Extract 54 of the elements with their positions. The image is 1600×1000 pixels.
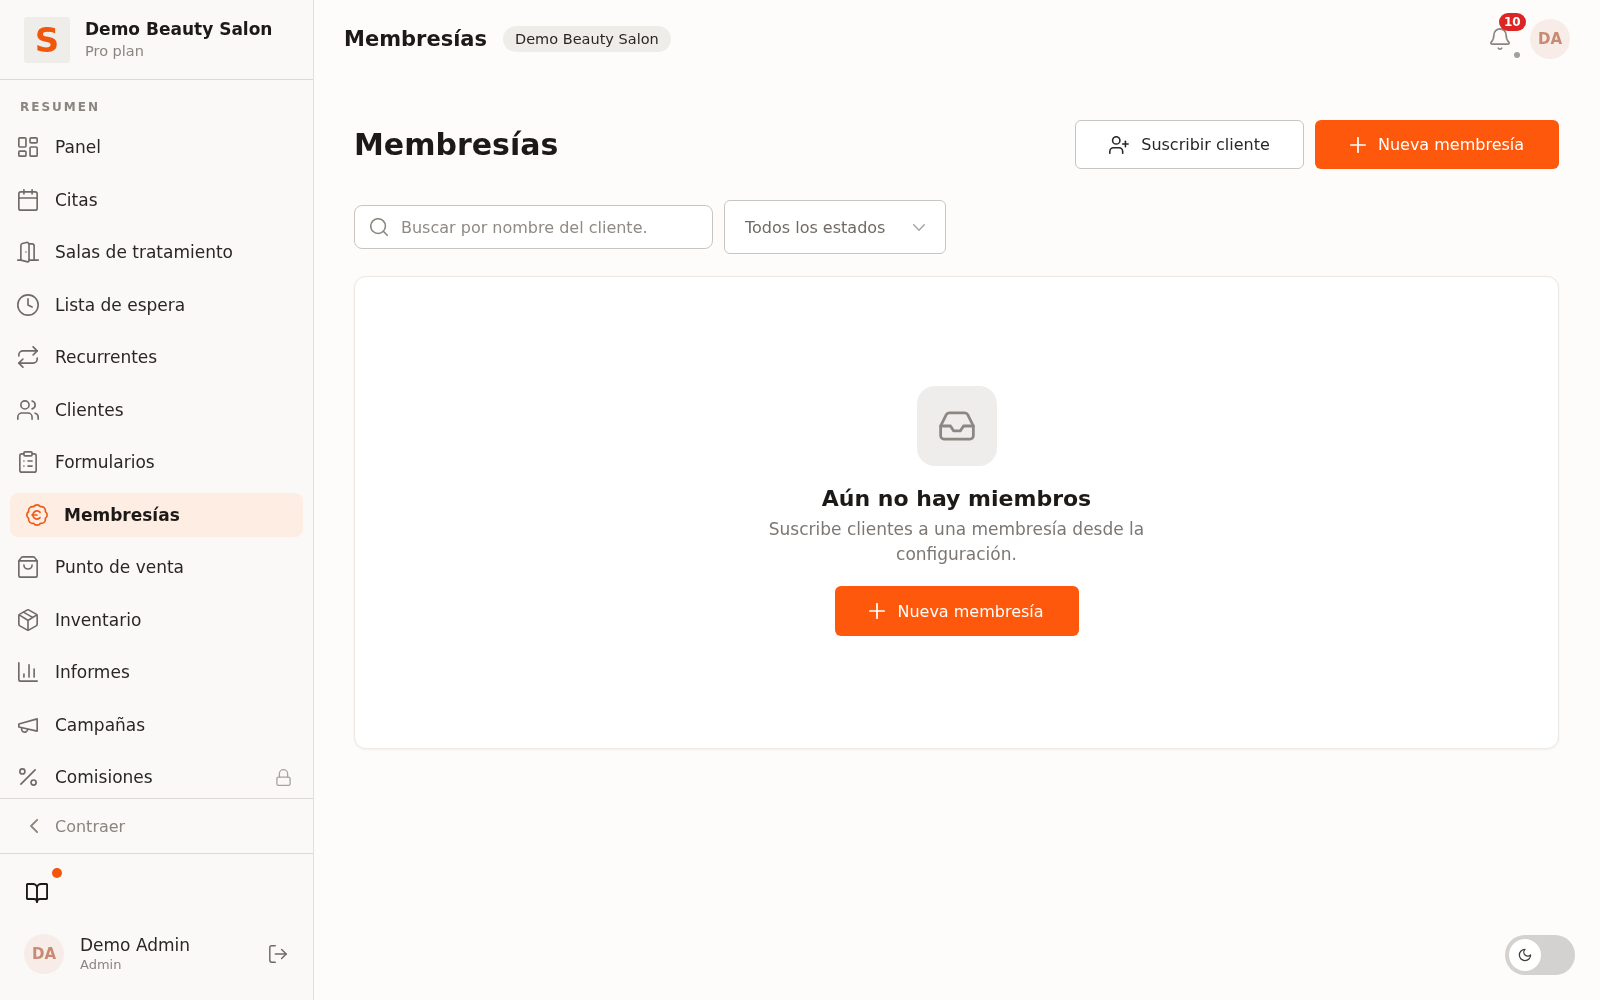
sidebar-item[interactable]: Salas de tratamiento [10,230,303,274]
euro-badge-icon [26,503,48,526]
sidebar-item[interactable]: Informes [10,650,303,694]
users-icon [17,398,39,421]
sidebar-item[interactable]: Inventario [10,597,303,642]
section-label: RESUMEN [19,100,101,114]
empty-state-description: Suscribe clientes a una membresía desde la configuración. [767,518,1146,566]
user-plus-icon [1109,135,1130,154]
salon-name: Demo Beauty Salon [85,18,273,40]
notifications-bell-icon[interactable] [1490,28,1510,50]
sidebar-item[interactable]: Lista de espera [10,282,303,327]
door-icon [17,241,39,263]
sidebar-item[interactable]: Formularios [10,440,303,484]
chevron-down-icon [913,223,925,231]
plan-label: Pro plan [85,42,145,61]
sidebar-item[interactable]: Punto de venta [10,545,303,589]
clipboard-icon [17,451,39,473]
user-name: Demo Admin [80,935,191,956]
page-title: Membresías [354,127,559,162]
calendar-icon [17,188,39,211]
clock-icon [17,293,39,316]
user-avatar: DA [24,934,64,974]
sidebar-item[interactable]: Campañas [10,702,303,747]
sidebar-item[interactable]: Citas [10,177,303,222]
box-icon [17,608,39,631]
bar-chart-icon [17,661,39,683]
header-title: Membresías [344,27,488,51]
percent-icon [17,766,39,788]
notification-count-badge: 10 [1499,13,1526,31]
inbox-icon [916,386,997,466]
sidebar-item[interactable]: Recurrentes [10,335,303,379]
shopping-bag-icon [17,556,39,578]
plus-icon [1349,136,1366,153]
book-icon [26,883,48,903]
status-dropdown[interactable]: Todos los estados [724,200,946,254]
brand-logo: S [24,16,70,63]
user-role: Admin [80,956,123,973]
sidebar-item[interactable]: Comisiones [10,755,303,798]
grid-icon [17,136,39,158]
repeat-icon [17,346,39,368]
sidebar-item[interactable]: Clientes [10,387,303,432]
theme-toggle[interactable] [1505,935,1575,975]
search-field[interactable]: Buscar por nombre del cliente. [354,205,713,249]
chevron-left-icon [30,819,38,833]
sidebar-item[interactable]: Membresías [10,492,303,537]
plus-icon [869,603,886,619]
subscribe-client-button[interactable]: Suscribir cliente [1075,120,1304,169]
sidebar-item[interactable]: Panel [10,125,303,169]
empty-state-title: Aún no hay miembros [821,485,1092,513]
collapse-button[interactable]: Contraer [0,798,313,854]
logout-icon[interactable] [269,945,287,963]
workspace-badge: Demo Beauty Salon [503,26,671,52]
status-dot-icon [1514,52,1520,58]
search-icon [370,218,388,236]
